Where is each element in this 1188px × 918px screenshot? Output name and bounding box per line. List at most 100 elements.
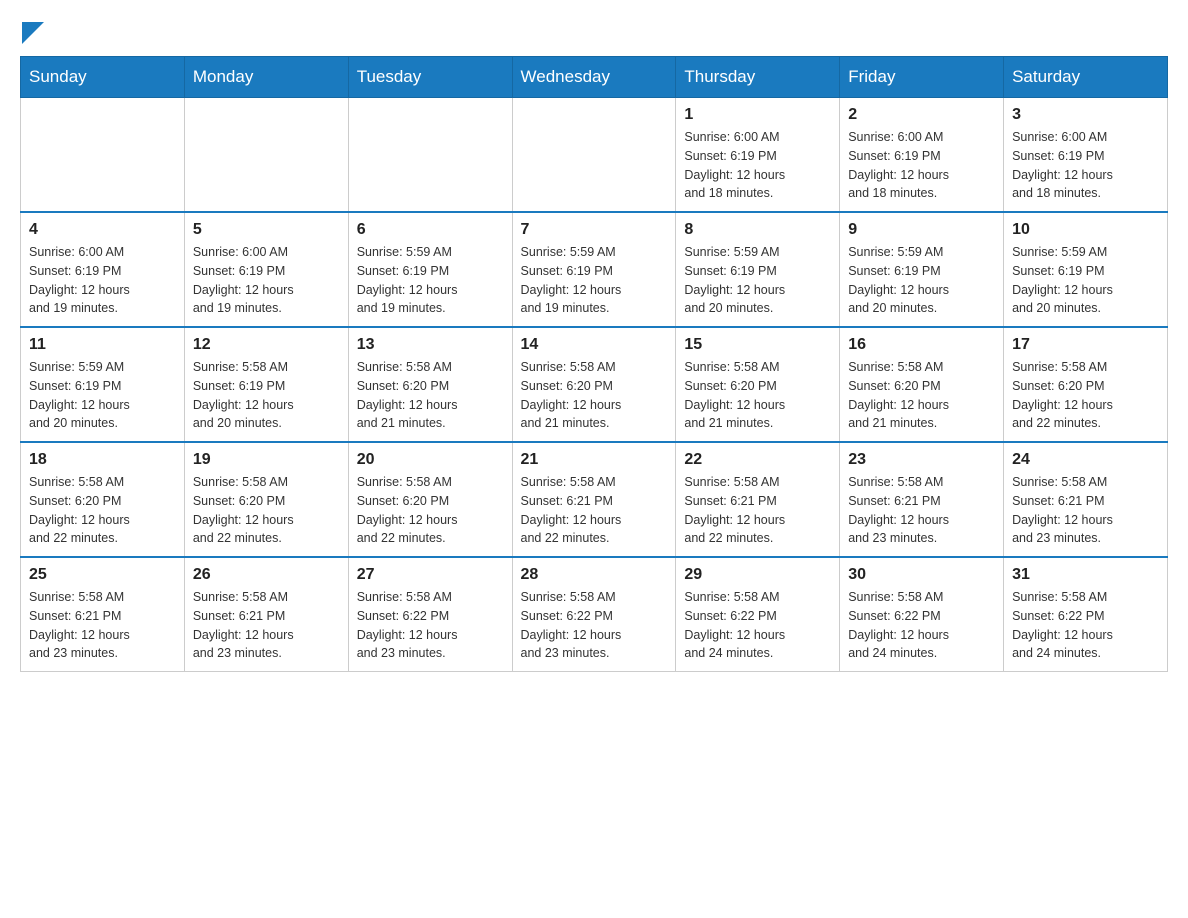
calendar-cell: 14 Sunrise: 5:58 AMSunset: 6:20 PMDayligh… (512, 327, 676, 442)
day-number: 21 (521, 451, 668, 469)
day-info: Sunrise: 5:59 AMSunset: 6:19 PMDaylight:… (684, 243, 831, 318)
column-header-sunday: Sunday (21, 57, 185, 98)
calendar-cell: 7 Sunrise: 5:59 AMSunset: 6:19 PMDaylight… (512, 212, 676, 327)
calendar-cell: 1 Sunrise: 6:00 AMSunset: 6:19 PMDaylight… (676, 98, 840, 213)
column-header-thursday: Thursday (676, 57, 840, 98)
day-info: Sunrise: 6:00 AMSunset: 6:19 PMDaylight:… (848, 128, 995, 203)
day-number: 30 (848, 566, 995, 584)
calendar-cell (512, 98, 676, 213)
day-number: 26 (193, 566, 340, 584)
day-number: 23 (848, 451, 995, 469)
calendar-cell: 3 Sunrise: 6:00 AMSunset: 6:19 PMDaylight… (1004, 98, 1168, 213)
day-number: 5 (193, 221, 340, 239)
calendar-cell: 17 Sunrise: 5:58 AMSunset: 6:20 PMDayligh… (1004, 327, 1168, 442)
day-info: Sunrise: 5:58 AMSunset: 6:20 PMDaylight:… (357, 358, 504, 433)
day-number: 1 (684, 106, 831, 124)
calendar-cell: 29Sunrise: 5:58 AMSunset: 6:22 PMDayligh… (676, 557, 840, 672)
calendar-cell: 24Sunrise: 5:58 AMSunset: 6:21 PMDayligh… (1004, 442, 1168, 557)
day-info: Sunrise: 5:58 AMSunset: 6:20 PMDaylight:… (193, 473, 340, 548)
calendar-cell: 26 Sunrise: 5:58 AMSunset: 6:21 PMDayligh… (184, 557, 348, 672)
calendar-cell: 11Sunrise: 5:59 AMSunset: 6:19 PMDayligh… (21, 327, 185, 442)
column-header-friday: Friday (840, 57, 1004, 98)
day-number: 27 (357, 566, 504, 584)
day-info: Sunrise: 5:58 AMSunset: 6:20 PMDaylight:… (1012, 358, 1159, 433)
day-number: 20 (357, 451, 504, 469)
day-info: Sunrise: 5:58 AMSunset: 6:22 PMDaylight:… (684, 588, 831, 663)
calendar-cell: 21 Sunrise: 5:58 AMSunset: 6:21 PMDayligh… (512, 442, 676, 557)
day-info: Sunrise: 5:59 AMSunset: 6:19 PMDaylight:… (1012, 243, 1159, 318)
day-info: Sunrise: 5:58 AMSunset: 6:20 PMDaylight:… (684, 358, 831, 433)
day-info: Sunrise: 5:58 AMSunset: 6:20 PMDaylight:… (848, 358, 995, 433)
calendar-week-row: 25 Sunrise: 5:58 AMSunset: 6:21 PMDayligh… (21, 557, 1168, 672)
day-number: 6 (357, 221, 504, 239)
calendar-cell: 20Sunrise: 5:58 AMSunset: 6:20 PMDayligh… (348, 442, 512, 557)
day-info: Sunrise: 6:00 AMSunset: 6:19 PMDaylight:… (684, 128, 831, 203)
day-info: Sunrise: 5:58 AMSunset: 6:20 PMDaylight:… (29, 473, 176, 548)
day-number: 19 (193, 451, 340, 469)
calendar-cell: 15 Sunrise: 5:58 AMSunset: 6:20 PMDayligh… (676, 327, 840, 442)
day-info: Sunrise: 5:58 AMSunset: 6:20 PMDaylight:… (521, 358, 668, 433)
day-info: Sunrise: 6:00 AMSunset: 6:19 PMDaylight:… (29, 243, 176, 318)
calendar-cell: 13 Sunrise: 5:58 AMSunset: 6:20 PMDayligh… (348, 327, 512, 442)
column-header-tuesday: Tuesday (348, 57, 512, 98)
day-number: 25 (29, 566, 176, 584)
day-info: Sunrise: 5:58 AMSunset: 6:22 PMDaylight:… (521, 588, 668, 663)
calendar-cell: 19 Sunrise: 5:58 AMSunset: 6:20 PMDayligh… (184, 442, 348, 557)
day-number: 18 (29, 451, 176, 469)
day-info: Sunrise: 5:58 AMSunset: 6:21 PMDaylight:… (29, 588, 176, 663)
day-number: 4 (29, 221, 176, 239)
day-number: 13 (357, 336, 504, 354)
day-number: 15 (684, 336, 831, 354)
day-number: 31 (1012, 566, 1159, 584)
calendar-cell: 2Sunrise: 6:00 AMSunset: 6:19 PMDaylight… (840, 98, 1004, 213)
day-info: Sunrise: 6:00 AMSunset: 6:19 PMDaylight:… (193, 243, 340, 318)
calendar-cell (348, 98, 512, 213)
calendar-cell (21, 98, 185, 213)
day-info: Sunrise: 5:58 AMSunset: 6:21 PMDaylight:… (521, 473, 668, 548)
calendar-cell: 30 Sunrise: 5:58 AMSunset: 6:22 PMDayligh… (840, 557, 1004, 672)
day-number: 9 (848, 221, 995, 239)
column-header-saturday: Saturday (1004, 57, 1168, 98)
column-header-wednesday: Wednesday (512, 57, 676, 98)
calendar-cell: 9Sunrise: 5:59 AMSunset: 6:19 PMDaylight… (840, 212, 1004, 327)
calendar-cell: 28 Sunrise: 5:58 AMSunset: 6:22 PMDayligh… (512, 557, 676, 672)
day-info: Sunrise: 5:58 AMSunset: 6:22 PMDaylight:… (848, 588, 995, 663)
calendar-cell: 16 Sunrise: 5:58 AMSunset: 6:20 PMDayligh… (840, 327, 1004, 442)
day-number: 28 (521, 566, 668, 584)
day-number: 17 (1012, 336, 1159, 354)
calendar-week-row: 4 Sunrise: 6:00 AMSunset: 6:19 PMDaylight… (21, 212, 1168, 327)
calendar-cell: 23Sunrise: 5:58 AMSunset: 6:21 PMDayligh… (840, 442, 1004, 557)
day-info: Sunrise: 5:58 AMSunset: 6:21 PMDaylight:… (193, 588, 340, 663)
day-number: 3 (1012, 106, 1159, 124)
day-info: Sunrise: 5:58 AMSunset: 6:22 PMDaylight:… (357, 588, 504, 663)
day-number: 14 (521, 336, 668, 354)
day-number: 22 (684, 451, 831, 469)
calendar-cell: 22 Sunrise: 5:58 AMSunset: 6:21 PMDayligh… (676, 442, 840, 557)
day-info: Sunrise: 5:58 AMSunset: 6:21 PMDaylight:… (684, 473, 831, 548)
calendar-cell: 4 Sunrise: 6:00 AMSunset: 6:19 PMDaylight… (21, 212, 185, 327)
day-number: 12 (193, 336, 340, 354)
calendar-cell: 12 Sunrise: 5:58 AMSunset: 6:19 PMDayligh… (184, 327, 348, 442)
day-info: Sunrise: 5:59 AMSunset: 6:19 PMDaylight:… (29, 358, 176, 433)
calendar-cell: 5 Sunrise: 6:00 AMSunset: 6:19 PMDaylight… (184, 212, 348, 327)
day-info: Sunrise: 5:58 AMSunset: 6:19 PMDaylight:… (193, 358, 340, 433)
day-info: Sunrise: 5:59 AMSunset: 6:19 PMDaylight:… (357, 243, 504, 318)
day-info: Sunrise: 5:58 AMSunset: 6:22 PMDaylight:… (1012, 588, 1159, 663)
calendar-cell: 31 Sunrise: 5:58 AMSunset: 6:22 PMDayligh… (1004, 557, 1168, 672)
day-number: 16 (848, 336, 995, 354)
column-header-monday: Monday (184, 57, 348, 98)
calendar-cell: 8 Sunrise: 5:59 AMSunset: 6:19 PMDaylight… (676, 212, 840, 327)
day-number: 8 (684, 221, 831, 239)
day-info: Sunrise: 5:59 AMSunset: 6:19 PMDaylight:… (521, 243, 668, 318)
logo-triangle-icon (22, 22, 44, 44)
calendar-cell: 27 Sunrise: 5:58 AMSunset: 6:22 PMDayligh… (348, 557, 512, 672)
calendar-table: SundayMondayTuesdayWednesdayThursdayFrid… (20, 56, 1168, 672)
day-number: 10 (1012, 221, 1159, 239)
day-number: 7 (521, 221, 668, 239)
day-info: Sunrise: 6:00 AMSunset: 6:19 PMDaylight:… (1012, 128, 1159, 203)
day-info: Sunrise: 5:58 AMSunset: 6:21 PMDaylight:… (1012, 473, 1159, 548)
calendar-week-row: 1 Sunrise: 6:00 AMSunset: 6:19 PMDaylight… (21, 98, 1168, 213)
calendar-week-row: 18 Sunrise: 5:58 AMSunset: 6:20 PMDayligh… (21, 442, 1168, 557)
calendar-cell: 10 Sunrise: 5:59 AMSunset: 6:19 PMDayligh… (1004, 212, 1168, 327)
logo (20, 20, 44, 36)
